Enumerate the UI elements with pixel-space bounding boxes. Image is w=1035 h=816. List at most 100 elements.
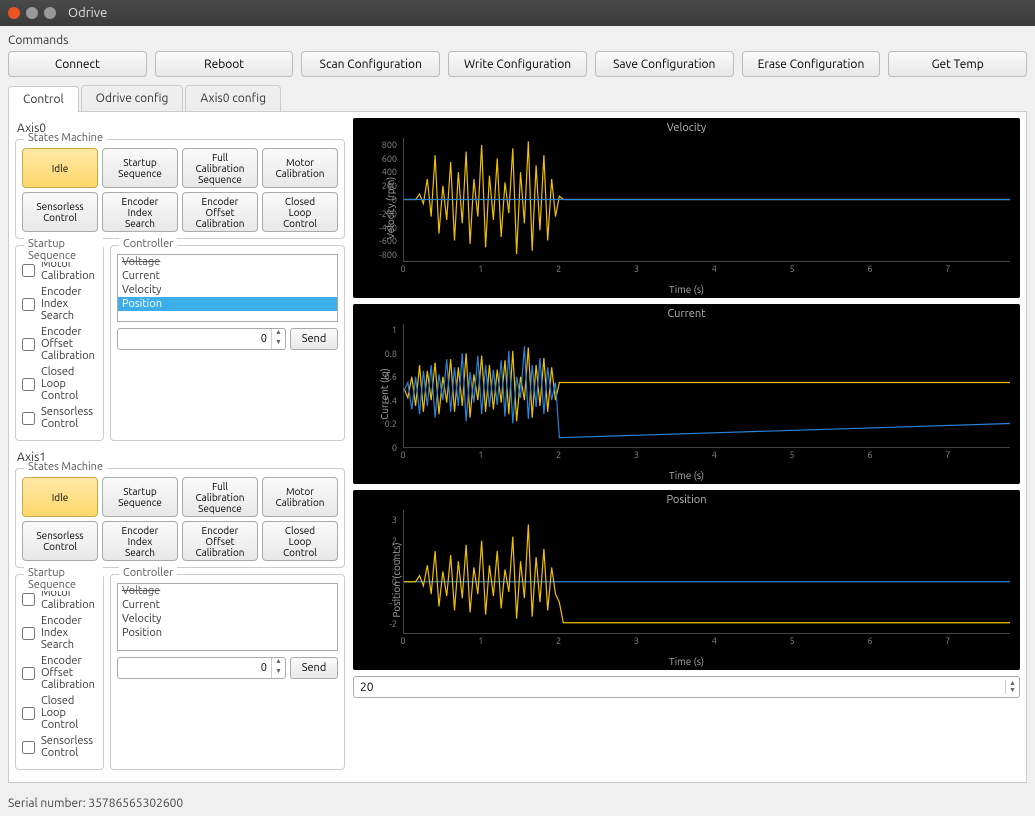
ytick: 0 [353,577,397,587]
ytick: 800 [353,140,397,150]
encoder-offset-calibration-button[interactable]: EncoderOffsetCalibration [182,521,258,561]
checkbox-icon[interactable] [22,707,35,720]
xtick: 0 [400,450,405,460]
checkbox-icon[interactable] [22,412,35,425]
startup-check-closed-loop-control[interactable]: Closed Loop Control [22,695,97,731]
controller-option-velocity[interactable]: Velocity [118,283,337,297]
controller-option-current[interactable]: Current [118,598,337,612]
checkbox-label: Encoder Offset Calibration [41,655,97,691]
chart-title: Position [353,490,1020,506]
checkbox-label: Sensorless Control [41,735,97,759]
chart-velocity: VelocityVelocity (rpm)Time (s)-800-600-4… [353,118,1020,298]
full-calibration-sequence-button[interactable]: FullCalibrationSequence [182,148,258,188]
controller-option-velocity[interactable]: Velocity [118,612,337,626]
get-temp-button[interactable]: Get Temp [888,51,1027,77]
xtick: 7 [945,264,950,274]
save-configuration-button[interactable]: Save Configuration [595,51,734,77]
startup-sequence-label: Startup Sequence [24,238,103,262]
sensorless-control-button[interactable]: SensorlessControl [22,192,98,232]
controller-option-current[interactable]: Current [118,269,337,283]
checkbox-label: Closed Loop Control [41,366,97,402]
controller-value-input[interactable] [118,658,271,678]
encoder-index-search-button[interactable]: EncoderIndexSearch [102,521,178,561]
minimize-icon[interactable] [26,7,38,19]
closed-loop-control-button[interactable]: ClosedLoopControl [262,521,338,561]
checkbox-icon[interactable] [22,378,35,391]
controller-value-stepper[interactable]: ▲▼ [117,657,286,679]
motor-calibration-button[interactable]: MotorCalibration [262,148,338,188]
controller-option-position[interactable]: Position [118,626,337,640]
write-configuration-button[interactable]: Write Configuration [448,51,587,77]
sensorless-control-button[interactable]: SensorlessControl [22,521,98,561]
xtick: 5 [790,264,795,274]
bottom-value-input[interactable] [354,681,1005,694]
states-machine-group-0: States MachineIdleStartupSequenceFullCal… [15,139,345,239]
startup-sequence-button[interactable]: StartupSequence [102,148,178,188]
startup-check-closed-loop-control[interactable]: Closed Loop Control [22,366,97,402]
controller-value-stepper[interactable]: ▲▼ [117,328,286,350]
states-machine-label: States Machine [24,132,107,144]
startup-sequence-button[interactable]: StartupSequence [102,477,178,517]
xtick: 4 [712,450,717,460]
xtick: 6 [867,264,872,274]
checkbox-label: Sensorless Control [41,406,97,430]
startup-check-sensorless-control[interactable]: Sensorless Control [22,735,97,759]
checkbox-icon[interactable] [22,338,35,351]
series-pos-actual [404,524,1010,622]
xtick: 4 [712,264,717,274]
controller-option-position[interactable]: Position [118,297,337,311]
controller-listbox[interactable]: VoltageCurrentVelocityPosition [117,583,338,651]
xtick: 6 [867,636,872,646]
chevron-down-icon[interactable]: ▼ [1006,687,1019,694]
maximize-icon[interactable] [44,7,56,19]
ytick: -800 [353,250,397,260]
idle-button[interactable]: Idle [22,477,98,517]
startup-check-encoder-index-search[interactable]: Encoder Index Search [22,615,97,651]
startup-check-encoder-offset-calibration[interactable]: Encoder Offset Calibration [22,655,97,691]
xtick: 0 [400,264,405,274]
chevron-down-icon[interactable]: ▼ [272,339,285,349]
chart-title: Velocity [353,118,1020,134]
ytick: 0 [353,195,397,205]
closed-loop-control-button[interactable]: ClosedLoopControl [262,192,338,232]
window-title: Odrive [68,6,107,20]
full-calibration-sequence-button[interactable]: FullCalibrationSequence [182,477,258,517]
encoder-index-search-button[interactable]: EncoderIndexSearch [102,192,178,232]
idle-button[interactable]: Idle [22,148,98,188]
checkbox-icon[interactable] [22,627,35,640]
ytick: -1 [353,598,397,608]
motor-calibration-button[interactable]: MotorCalibration [262,477,338,517]
connect-button[interactable]: Connect [8,51,147,77]
controller-listbox[interactable]: VoltageCurrentVelocityPosition [117,254,338,322]
erase-configuration-button[interactable]: Erase Configuration [742,51,881,77]
checkbox-icon[interactable] [22,298,35,311]
tab-control[interactable]: Control [8,86,79,112]
commands-label: Commands [8,34,1027,47]
controller-value-input[interactable] [118,329,271,349]
checkbox-icon[interactable] [22,593,35,606]
startup-check-sensorless-control[interactable]: Sensorless Control [22,406,97,430]
bottom-value-stepper[interactable]: ▲▼ [353,676,1020,698]
startup-check-encoder-offset-calibration[interactable]: Encoder Offset Calibration [22,326,97,362]
tab-axis0-config[interactable]: Axis0 config [185,85,281,111]
ytick: 3 [353,515,397,525]
controller-label: Controller [119,238,177,250]
close-icon[interactable] [8,7,20,19]
chart-xlabel: Time (s) [669,470,704,481]
checkbox-label: Encoder Offset Calibration [41,326,97,362]
encoder-offset-calibration-button[interactable]: EncoderOffsetCalibration [182,192,258,232]
ytick: -400 [353,223,397,233]
send-button[interactable]: Send [290,328,338,350]
tab-odrive-config[interactable]: Odrive config [81,85,184,111]
ytick: 0.4 [353,396,397,406]
checkbox-icon[interactable] [22,264,35,277]
send-button[interactable]: Send [290,657,338,679]
scan-configuration-button[interactable]: Scan Configuration [301,51,440,77]
ytick: -200 [353,209,397,219]
reboot-button[interactable]: Reboot [155,51,294,77]
checkbox-icon[interactable] [22,667,35,680]
checkbox-icon[interactable] [22,741,35,754]
ytick: -2 [353,619,397,629]
startup-check-encoder-index-search[interactable]: Encoder Index Search [22,286,97,322]
chevron-down-icon[interactable]: ▼ [272,668,285,678]
